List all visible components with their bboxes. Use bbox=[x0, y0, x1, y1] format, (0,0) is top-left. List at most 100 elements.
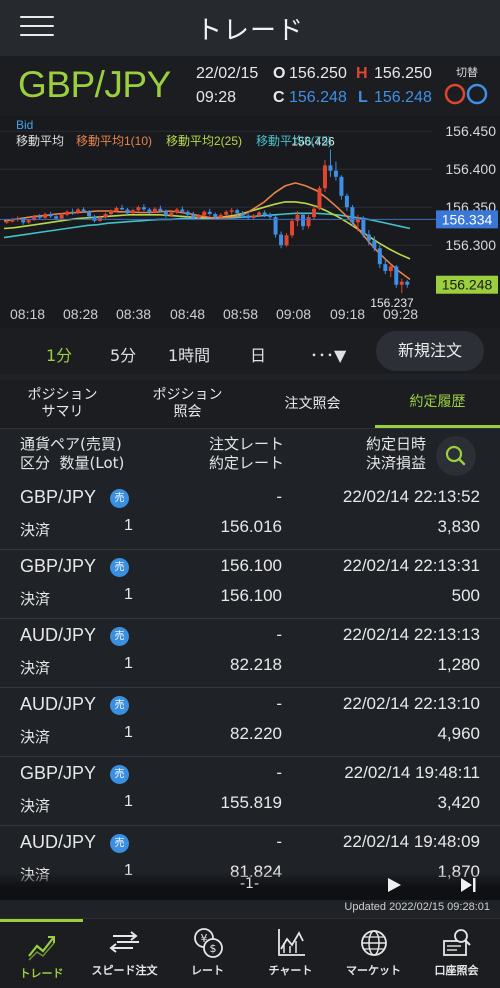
candle-body bbox=[185, 211, 190, 215]
candle-body bbox=[158, 208, 163, 211]
candle-body bbox=[240, 213, 245, 216]
row-pair: AUD/JPY bbox=[20, 694, 97, 714]
row-exec-rate: 155.819 bbox=[220, 793, 282, 812]
table-row[interactable]: GBP/JPY 売決済 1 - 155.819 22/02/14 19:48:11 3,42… bbox=[0, 757, 500, 826]
candle-body bbox=[191, 214, 196, 218]
tab-label: ポジション bbox=[152, 387, 223, 403]
nav-trade[interactable]: トレード bbox=[0, 919, 83, 988]
col-pnl-header: 決済損益 bbox=[365, 454, 426, 472]
row-pnl: 3,830 bbox=[437, 517, 480, 536]
candle-body bbox=[372, 240, 377, 249]
nav-speed-order[interactable]: スピード注文 bbox=[83, 919, 166, 988]
candle-body bbox=[257, 212, 262, 216]
candle-body bbox=[70, 211, 75, 213]
chart-icon bbox=[278, 929, 305, 956]
candle-body bbox=[59, 214, 64, 219]
timeframe-1min[interactable]: 1分 bbox=[46, 342, 72, 366]
ma-price-tag-text: 156.334 bbox=[442, 211, 493, 227]
x-tick-label: 08:28 bbox=[63, 306, 99, 322]
candle-body bbox=[163, 211, 168, 216]
candle-body bbox=[251, 215, 256, 218]
candle-body bbox=[76, 209, 81, 213]
candle-body bbox=[290, 220, 295, 236]
nav-account[interactable]: 口座照会 bbox=[415, 919, 498, 988]
timeframe-5min[interactable]: 5分 bbox=[110, 342, 136, 366]
candle-body bbox=[361, 217, 366, 235]
sell-badge: 売 bbox=[110, 834, 129, 853]
row-datetime: 22/02/14 22:13:52 bbox=[342, 487, 480, 506]
row-order-rate: - bbox=[276, 763, 282, 782]
switch-label: 切替 bbox=[456, 66, 478, 79]
col-kind-header: 区分 数量(Lot) bbox=[20, 454, 125, 472]
candle-body bbox=[141, 207, 146, 210]
candle-body bbox=[229, 210, 234, 212]
new-order-button[interactable]: 新規注文 bbox=[376, 331, 484, 371]
nav-label: トレード bbox=[19, 967, 64, 980]
row-pair: GBP/JPY bbox=[20, 556, 97, 576]
last-page-icon[interactable] bbox=[460, 877, 476, 893]
candle-body bbox=[202, 211, 207, 216]
open-value: 156.250 bbox=[289, 65, 347, 82]
nav-label: スピード注文 bbox=[91, 964, 158, 977]
col-pair-header: 通貨ペア(売買) bbox=[20, 435, 122, 453]
tab-position-inquiry[interactable]: ポジション 照会 bbox=[125, 380, 250, 428]
ma2-line bbox=[3, 201, 411, 260]
price-chart[interactable]: 156.450 156.400 156.350 156.300 156.334 156.2… bbox=[0, 116, 500, 328]
table-row[interactable]: GBP/JPY 売決済 1 156.100 156.100 22/02/14 22:13:… bbox=[0, 550, 500, 619]
tab-execution-history[interactable]: 約定履歴 bbox=[375, 380, 500, 428]
globe-icon bbox=[361, 930, 387, 956]
candle-body bbox=[235, 210, 240, 214]
updated-bar: Updated 2022/02/15 09:28:01 bbox=[0, 900, 500, 918]
candle-body bbox=[279, 234, 284, 246]
row-exec-rate: 156.016 bbox=[220, 517, 282, 536]
y-tick-label: 156.300 bbox=[445, 237, 496, 253]
x-tick-label: 08:48 bbox=[170, 306, 206, 322]
tab-order-inquiry[interactable]: 注文照会 bbox=[250, 380, 375, 428]
ma3-legend: 移動平均3(75) bbox=[256, 134, 333, 148]
account-inquiry-icon bbox=[443, 929, 471, 956]
candle-body bbox=[108, 211, 113, 215]
row-datetime: 22/02/14 19:48:09 bbox=[342, 832, 480, 851]
nav-chart[interactable]: チャート bbox=[249, 919, 332, 988]
candle-body bbox=[103, 214, 108, 218]
low-label: L bbox=[358, 89, 368, 106]
next-page-icon[interactable] bbox=[386, 877, 402, 893]
tab-bar: ポジション サマリ ポジション 照会 注文照会 約定履歴 bbox=[0, 380, 500, 429]
tab-label: 約定履歴 bbox=[409, 394, 466, 410]
candle-body bbox=[339, 176, 344, 196]
nav-market[interactable]: マーケット bbox=[332, 919, 415, 988]
y-tick-label: 156.450 bbox=[445, 123, 496, 139]
low-value: 156.248 bbox=[374, 89, 432, 106]
table-row[interactable]: GBP/JPY 売決済 1 - 156.016 22/02/14 22:13:52 3,83… bbox=[0, 481, 500, 550]
page-number: -1- bbox=[240, 876, 260, 892]
search-button[interactable] bbox=[436, 436, 476, 476]
tab-label: ポジション bbox=[27, 387, 98, 403]
svg-text:$: $ bbox=[210, 942, 217, 955]
candle-body bbox=[114, 207, 119, 211]
updated-timestamp: Updated 2022/02/15 09:28:01 bbox=[344, 901, 490, 913]
timeframe-day[interactable]: 日 bbox=[250, 342, 266, 366]
row-pair: AUD/JPY bbox=[20, 832, 97, 852]
tab-position-summary[interactable]: ポジション サマリ bbox=[0, 380, 125, 428]
ma-legend: 移動平均 bbox=[16, 134, 65, 148]
timeframe-1hour[interactable]: 1時間 bbox=[168, 342, 210, 366]
quote-bar: GBP/JPY 22/02/15 09:28 O 156.250 H 156.2… bbox=[0, 56, 500, 116]
col-order-rate-header: 注文レート bbox=[208, 435, 284, 453]
row-exec-rate: 156.100 bbox=[220, 586, 282, 605]
nav-rate[interactable]: ¥ $ レート bbox=[166, 919, 249, 988]
switch-chart-icon[interactable] bbox=[444, 82, 492, 106]
ma1-legend: 移動平均1(10) bbox=[76, 134, 153, 148]
timeframe-more[interactable]: ･･･▼ bbox=[310, 342, 346, 366]
chart-canvas: 156.450156.400156.350156.300156.334156.2… bbox=[0, 123, 498, 310]
col-datetime-header: 約定日時 bbox=[365, 435, 426, 453]
candle-body bbox=[119, 207, 124, 210]
table-row[interactable]: AUD/JPY 売決済 1 - 82.218 22/02/14 22:13:13 1,280 bbox=[0, 619, 500, 688]
candle-body bbox=[355, 217, 360, 223]
row-kind: 決済 bbox=[20, 590, 51, 608]
currency-pair[interactable]: GBP/JPY bbox=[18, 64, 171, 106]
candle-body bbox=[87, 211, 92, 217]
nav-label: チャート bbox=[268, 964, 313, 977]
table-row[interactable]: AUD/JPY 売決済 1 - 82.220 22/02/14 22:13:10 4,960 bbox=[0, 688, 500, 757]
candle-body bbox=[344, 195, 349, 208]
candle-body bbox=[224, 211, 229, 215]
